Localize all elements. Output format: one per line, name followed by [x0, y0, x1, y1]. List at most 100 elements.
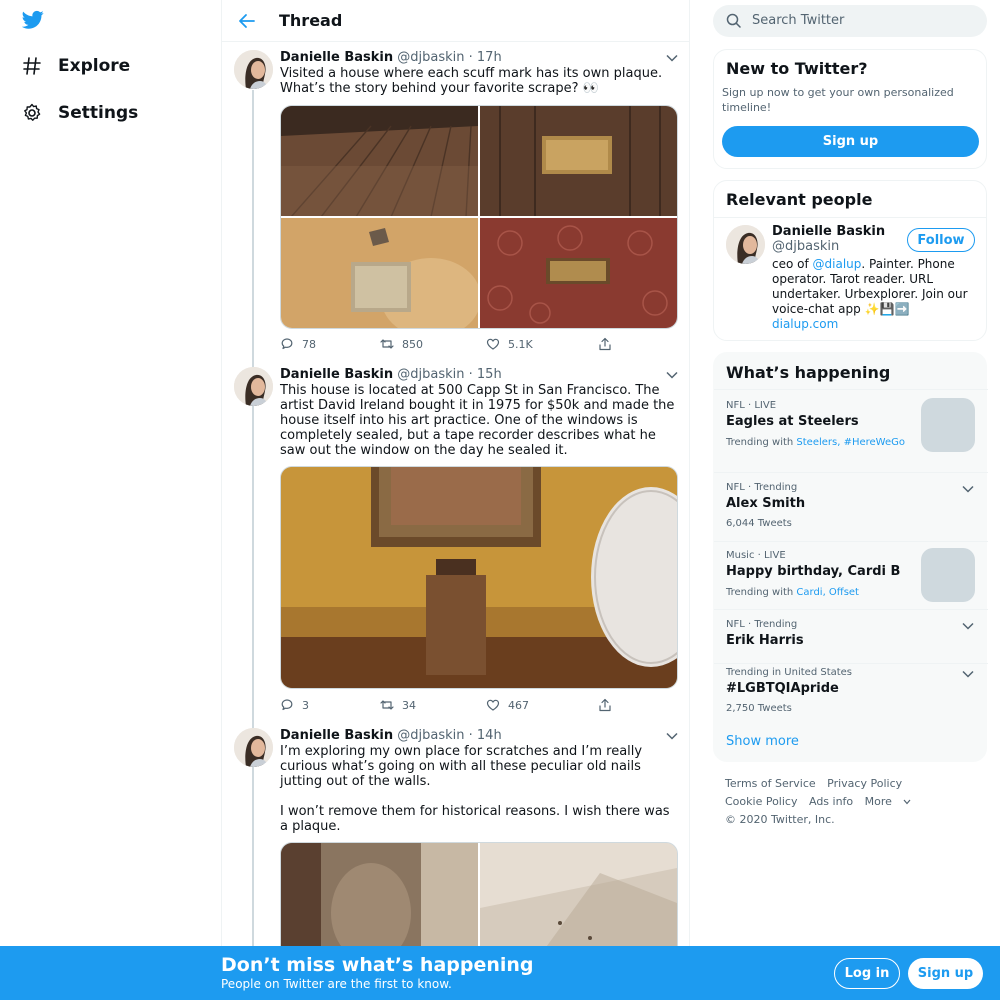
footer-link-privacy[interactable]: Privacy Policy	[827, 775, 902, 793]
avatar[interactable]	[234, 728, 273, 767]
trend-context-prefix: Trending with	[726, 437, 797, 448]
reply-count: 3	[302, 698, 309, 712]
person-name[interactable]: Danielle Baskin	[772, 224, 885, 239]
tweet-paragraph: Visited a house where each scuff mark ha…	[280, 66, 663, 96]
tweet-media-grid[interactable]	[280, 105, 678, 329]
media-photo[interactable]	[480, 218, 677, 328]
author-name[interactable]: Danielle Baskin	[280, 367, 393, 382]
search-bar[interactable]: Search Twitter	[713, 5, 987, 37]
back-arrow-icon[interactable]	[238, 12, 256, 30]
tweet-paragraph: This house is located at 500 Capp St in …	[280, 383, 675, 458]
nav-item-explore[interactable]: Explore	[22, 56, 130, 76]
new-to-twitter-card: New to Twitter? Sign up now to get your …	[713, 49, 987, 169]
author-name[interactable]: Danielle Baskin	[280, 728, 393, 743]
whats-happening-card: What’s happening NFL · LIVE Eagles at St…	[713, 352, 988, 762]
author-handle[interactable]: @djbaskin	[397, 728, 464, 743]
trend-title: Happy birthday, Cardi B	[726, 564, 901, 579]
avatar[interactable]	[234, 367, 273, 406]
nav-item-settings[interactable]: Settings	[22, 103, 138, 123]
trend-meta: NFL · Trending	[726, 619, 798, 630]
person-handle[interactable]: @djbaskin	[772, 239, 839, 254]
trend-item[interactable]: Trending in United States #LGBTQIApride …	[714, 663, 988, 725]
chevron-down-icon[interactable]	[666, 371, 678, 379]
like-button[interactable]: 467	[486, 698, 529, 712]
card-title: What’s happening	[726, 363, 891, 382]
share-icon	[599, 698, 611, 712]
author-handle[interactable]: @djbaskin	[397, 50, 464, 65]
follow-button[interactable]: Follow	[907, 228, 975, 252]
twitter-bird-icon[interactable]	[22, 10, 44, 30]
signup-button[interactable]: Sign up	[908, 958, 983, 989]
trend-item[interactable]: NFL · LIVE Eagles at Steelers Trending w…	[714, 389, 988, 472]
media-photo[interactable]	[480, 106, 677, 216]
tweet-time[interactable]: · 14h	[469, 728, 502, 743]
tweet-time[interactable]: · 15h	[469, 367, 502, 382]
footer-link-terms[interactable]: Terms of Service	[725, 775, 816, 793]
signup-prompt-bar: Don’t miss what’s happening People on Tw…	[0, 946, 1000, 1000]
reply-icon	[281, 699, 293, 711]
footer-link-cookies[interactable]: Cookie Policy	[725, 793, 797, 811]
chevron-down-icon[interactable]	[962, 622, 974, 630]
card-subtitle: Sign up now to get your own personalized…	[722, 86, 954, 114]
prompt-subtitle: People on Twitter are the first to know.	[221, 977, 452, 991]
chevron-down-icon[interactable]	[666, 54, 678, 62]
hashtag-icon	[23, 57, 41, 75]
avatar[interactable]	[726, 225, 765, 264]
left-nav: Explore Settings	[0, 0, 221, 1000]
tweet-media[interactable]	[280, 466, 678, 689]
avatar[interactable]	[234, 50, 273, 89]
tweet-text: I’m exploring my own place for scratches…	[280, 744, 678, 834]
footer-links: Terms of Service Privacy Policy Cookie P…	[725, 775, 975, 829]
trend-item[interactable]: Music · LIVE Happy birthday, Cardi B Tre…	[714, 541, 988, 609]
chevron-down-icon	[903, 799, 911, 805]
chevron-down-icon[interactable]	[962, 670, 974, 678]
login-button[interactable]: Log in	[834, 958, 900, 989]
tweet-time[interactable]: · 17h	[469, 50, 502, 65]
chevron-down-icon[interactable]	[962, 485, 974, 493]
media-photo[interactable]	[281, 218, 478, 328]
tweet-actions: 78 850 5.1K	[280, 337, 620, 353]
heart-icon	[486, 699, 500, 711]
like-count: 5.1K	[508, 337, 533, 351]
prompt-title: Don’t miss what’s happening	[221, 954, 534, 976]
trend-meta: NFL · LIVE	[726, 400, 777, 411]
card-title: Relevant people	[726, 190, 873, 209]
author-handle[interactable]: @djbaskin	[397, 367, 464, 382]
trend-related-links[interactable]: Cardi, Offset	[796, 587, 859, 598]
chevron-down-icon[interactable]	[666, 732, 678, 740]
trend-meta: Music · LIVE	[726, 550, 786, 561]
trend-thumbnail	[921, 548, 975, 602]
trend-item[interactable]: NFL · Trending Alex Smith 6,044 Tweets	[714, 472, 988, 541]
divider	[714, 217, 986, 218]
bio-url-link[interactable]: dialup.com	[772, 317, 978, 332]
footer-more-button[interactable]: More	[865, 793, 912, 811]
author-name[interactable]: Danielle Baskin	[280, 50, 393, 65]
trend-related-links[interactable]: Steelers, #HereWeGo	[796, 437, 905, 448]
nav-item-label: Settings	[58, 103, 139, 123]
trend-context: Trending with Steelers, #HereWeGo	[726, 437, 905, 448]
tweet-header: Danielle Baskin @djbaskin · 15h	[280, 367, 502, 382]
trend-title: #LGBTQIApride	[726, 681, 839, 696]
nav-item-label: Explore	[58, 56, 131, 76]
media-photo[interactable]	[281, 106, 478, 216]
share-button[interactable]	[598, 337, 612, 351]
search-input[interactable]: Search Twitter	[752, 13, 844, 28]
retweet-icon	[380, 700, 394, 710]
tweet-text: This house is located at 500 Capp St in …	[280, 383, 678, 458]
trend-title: Eagles at Steelers	[726, 414, 859, 429]
retweet-button[interactable]: 34	[380, 698, 416, 712]
footer-link-ads[interactable]: Ads info	[809, 793, 853, 811]
thread-header: Thread	[222, 0, 689, 42]
bio-mention-link[interactable]: @dialup	[813, 257, 862, 271]
tweet-header: Danielle Baskin @djbaskin · 14h	[280, 728, 502, 743]
like-button[interactable]: 5.1K	[486, 337, 533, 351]
share-button[interactable]	[598, 698, 612, 712]
signup-button[interactable]: Sign up	[722, 126, 979, 157]
retweet-button[interactable]: 850	[380, 337, 423, 351]
reply-button[interactable]: 3	[280, 698, 309, 712]
media-photo[interactable]	[281, 467, 677, 688]
trend-item[interactable]: NFL · Trending Erik Harris	[714, 609, 988, 663]
show-more-link[interactable]: Show more	[726, 734, 799, 749]
reply-button[interactable]: 78	[280, 337, 316, 351]
like-count: 467	[508, 698, 529, 712]
